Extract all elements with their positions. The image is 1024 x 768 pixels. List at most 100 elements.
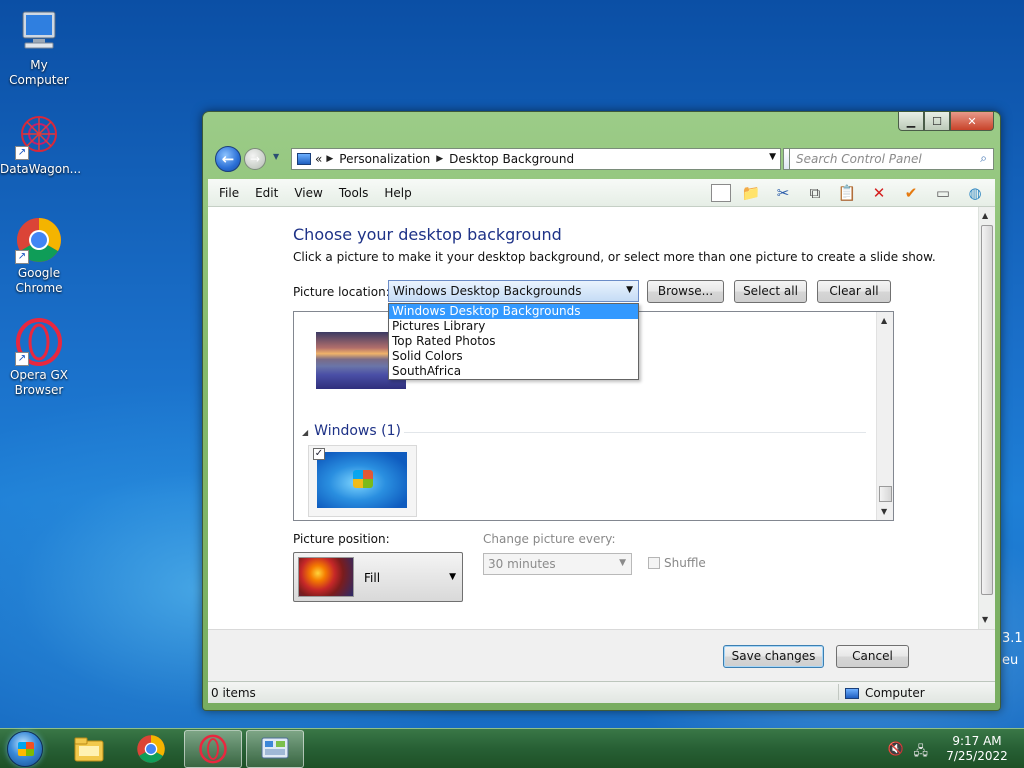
scroll-down-icon[interactable]: ▼ (982, 615, 988, 624)
control-panel-icon (297, 153, 311, 165)
maximize-button[interactable]: ☐ (924, 112, 950, 131)
computer-icon (845, 687, 859, 699)
search-icon[interactable]: ⌕ (980, 151, 987, 166)
taskbar-opera-gx[interactable] (184, 730, 242, 768)
checkbox-box[interactable] (648, 557, 660, 569)
scroll-up-icon[interactable]: ▲ (982, 211, 988, 220)
menu-tools[interactable]: Tools (331, 186, 377, 200)
shortcut-arrow-icon: ↗ (15, 146, 29, 160)
scroll-up-icon[interactable]: ▲ (881, 316, 887, 325)
address-bar[interactable]: « ▶ Personalization ▶ Desktop Background… (291, 148, 781, 170)
globe-icon[interactable]: ◍ (963, 181, 987, 205)
content-pane: Choose your desktop background Click a p… (208, 207, 995, 629)
picture-checkbox[interactable]: ✓ (313, 448, 325, 460)
taskbar-explorer[interactable] (60, 730, 118, 768)
shuffle-label: Shuffle (664, 556, 706, 570)
folder-icon (74, 737, 104, 762)
breadcrumb-desktop-background[interactable]: Desktop Background (449, 152, 574, 166)
desktop-icon-label: Google Chrome (15, 266, 63, 295)
menu-bar: File Edit View Tools Help 📁 ✂ ⧉ 📋 ✕ ✔ ▭ … (208, 179, 995, 207)
picture-location-value: Windows Desktop Backgrounds (393, 284, 582, 298)
checkmark-icon[interactable]: ✔ (899, 181, 923, 205)
layout-icon[interactable] (711, 184, 731, 202)
network-icon[interactable]: 🖧 (914, 742, 929, 764)
forward-button[interactable]: → (244, 148, 266, 170)
desktop-icon-datawagon[interactable]: ↗ DataWagon... (0, 112, 81, 177)
location-option[interactable]: Top Rated Photos (389, 334, 638, 349)
cancel-button[interactable]: Cancel (836, 645, 909, 668)
picture-position-select[interactable]: Fill ▼ (293, 552, 463, 602)
picture-position-label: Picture position: (293, 532, 390, 546)
clear-all-button[interactable]: Clear all (817, 280, 891, 303)
start-button[interactable] (7, 731, 43, 767)
recent-pages-icon[interactable]: ▼ (273, 152, 279, 161)
instruction-text: Click a picture to make it your desktop … (293, 250, 936, 264)
folder-options-icon[interactable]: 📁 (739, 181, 763, 205)
computer-icon (15, 8, 63, 56)
clock-date: 7/25/2022 (946, 749, 1008, 763)
search-input[interactable]: Search Control Panel ⌕ (789, 148, 994, 170)
properties-icon[interactable]: ▭ (931, 181, 955, 205)
collapse-triangle-icon[interactable]: ◢ (302, 428, 308, 437)
minimize-button[interactable]: ▁ (898, 112, 924, 131)
chevron-down-icon[interactable]: ▼ (769, 152, 776, 162)
group-header-windows[interactable]: ◢ Windows (1) (302, 423, 401, 439)
picture-thumbnail-windows[interactable]: ✓ (308, 445, 417, 517)
picture-list-scrollbar[interactable]: ▲ ▼ (876, 312, 893, 520)
breadcrumb-separator-icon: ▶ (436, 154, 444, 164)
menu-edit[interactable]: Edit (247, 186, 286, 200)
windows-wallpaper-thumbnail (317, 452, 407, 508)
scrollbar-thumb[interactable] (879, 486, 892, 502)
delete-icon[interactable]: ✕ (867, 181, 891, 205)
windows-logo-icon (353, 470, 373, 488)
copy-icon[interactable]: ⧉ (803, 181, 827, 205)
desktop-icon-chrome[interactable]: ↗ Google Chrome (0, 216, 78, 296)
dialog-footer: Save changes Cancel (208, 629, 995, 681)
chevron-down-icon: ▼ (619, 558, 626, 568)
back-button[interactable]: ← (215, 146, 241, 172)
select-all-button[interactable]: Select all (734, 280, 807, 303)
chrome-icon (137, 735, 165, 763)
clock[interactable]: 9:17 AM 7/25/2022 (942, 734, 1012, 764)
content-scrollbar[interactable]: ▲ ▼ (978, 207, 995, 629)
group-divider (404, 432, 866, 433)
status-bar: 0 items Computer (208, 681, 995, 703)
wallpaper-text-1: 3.1 (1002, 631, 1023, 646)
location-option[interactable]: Pictures Library (389, 319, 638, 334)
browse-button[interactable]: Browse... (647, 280, 724, 303)
location-option[interactable]: Solid Colors (389, 349, 638, 364)
menu-file[interactable]: File (208, 186, 247, 200)
breadcrumb-personalization[interactable]: Personalization (339, 152, 430, 166)
scroll-down-icon[interactable]: ▼ (881, 507, 887, 516)
change-every-value: 30 minutes (488, 557, 556, 571)
location-option[interactable]: SouthAfrica (389, 364, 638, 379)
close-button[interactable]: ✕ (950, 112, 994, 131)
desktop-icon-label: My Computer (9, 58, 69, 87)
paste-icon[interactable]: 📋 (835, 181, 859, 205)
breadcrumb-prefix[interactable]: « (315, 152, 322, 166)
opera-gx-icon (199, 734, 227, 764)
desktop-icon-my-computer[interactable]: My Computer (0, 8, 78, 88)
scrollbar-thumb[interactable] (981, 225, 993, 595)
datawagon-icon: ↗ (15, 112, 63, 160)
desktop-icon-label: Opera GX Browser (9, 368, 69, 397)
menu-view[interactable]: View (286, 186, 330, 200)
flower-preview-icon (298, 557, 354, 597)
status-separator (838, 684, 839, 700)
taskbar-control-panel[interactable] (246, 730, 304, 768)
desktop-icon-opera-gx[interactable]: ↗ Opera GX Browser (0, 318, 78, 398)
picture-location-select[interactable]: Windows Desktop Backgrounds ▼ (388, 280, 639, 302)
change-every-label: Change picture every: (483, 532, 616, 546)
location-option[interactable]: Windows Desktop Backgrounds (389, 304, 638, 319)
picture-location-dropdown: Windows Desktop Backgrounds Pictures Lib… (388, 303, 639, 380)
window-controls: ▁ ☐ ✕ (898, 112, 994, 132)
wallpaper-text-2: eu (1002, 653, 1019, 668)
volume-muted-icon[interactable]: 🔇 (888, 742, 904, 757)
shuffle-checkbox[interactable]: Shuffle (648, 556, 706, 570)
menu-help[interactable]: Help (376, 186, 419, 200)
cut-icon[interactable]: ✂ (771, 181, 795, 205)
taskbar-chrome[interactable] (122, 730, 180, 768)
save-changes-button[interactable]: Save changes (723, 645, 824, 668)
change-every-select[interactable]: 30 minutes ▼ (483, 553, 632, 575)
search-placeholder: Search Control Panel (796, 152, 922, 166)
